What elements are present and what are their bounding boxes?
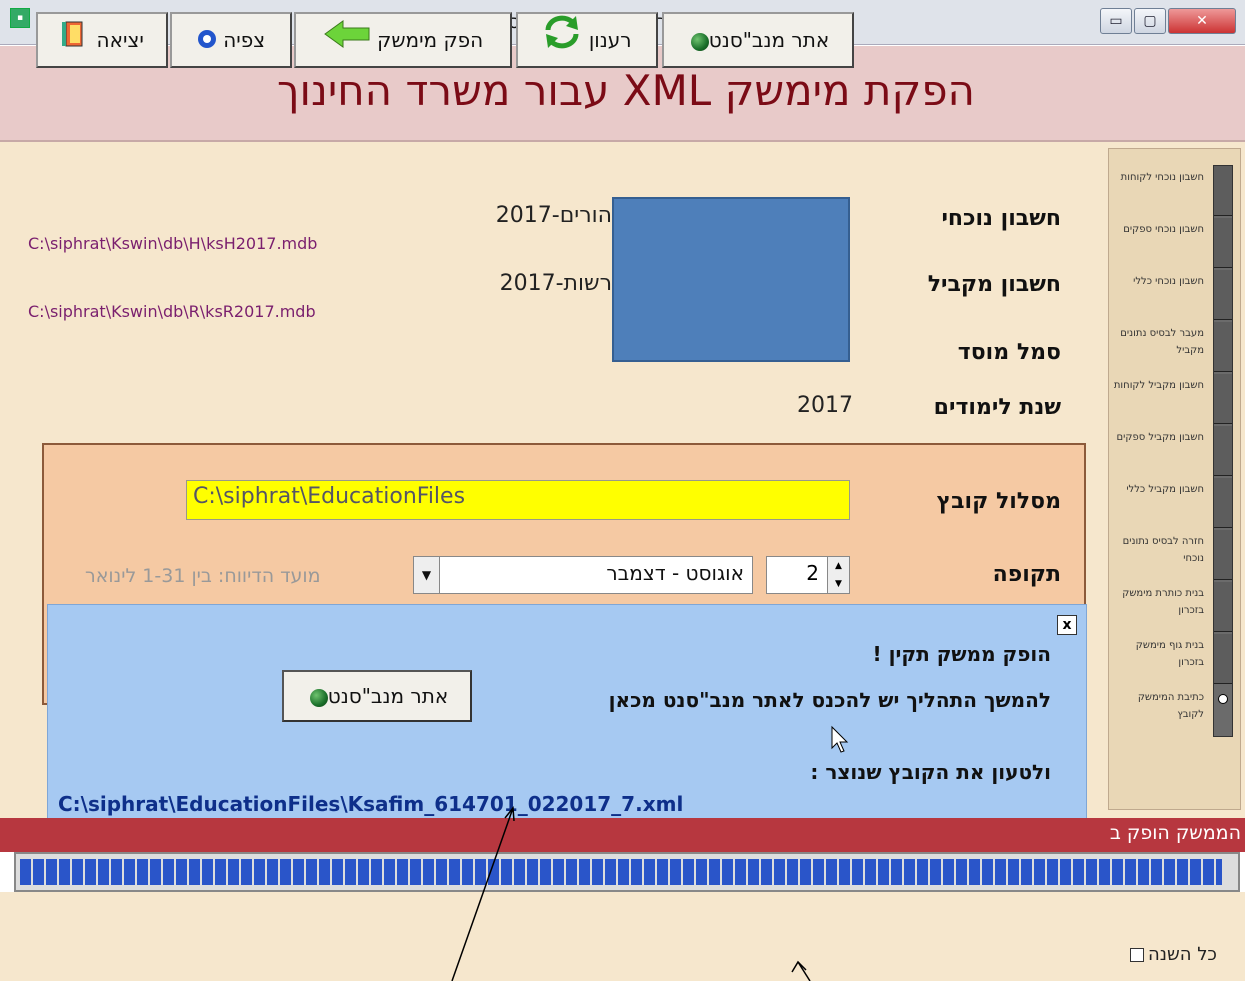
annotation-arrows <box>451 725 849 981</box>
